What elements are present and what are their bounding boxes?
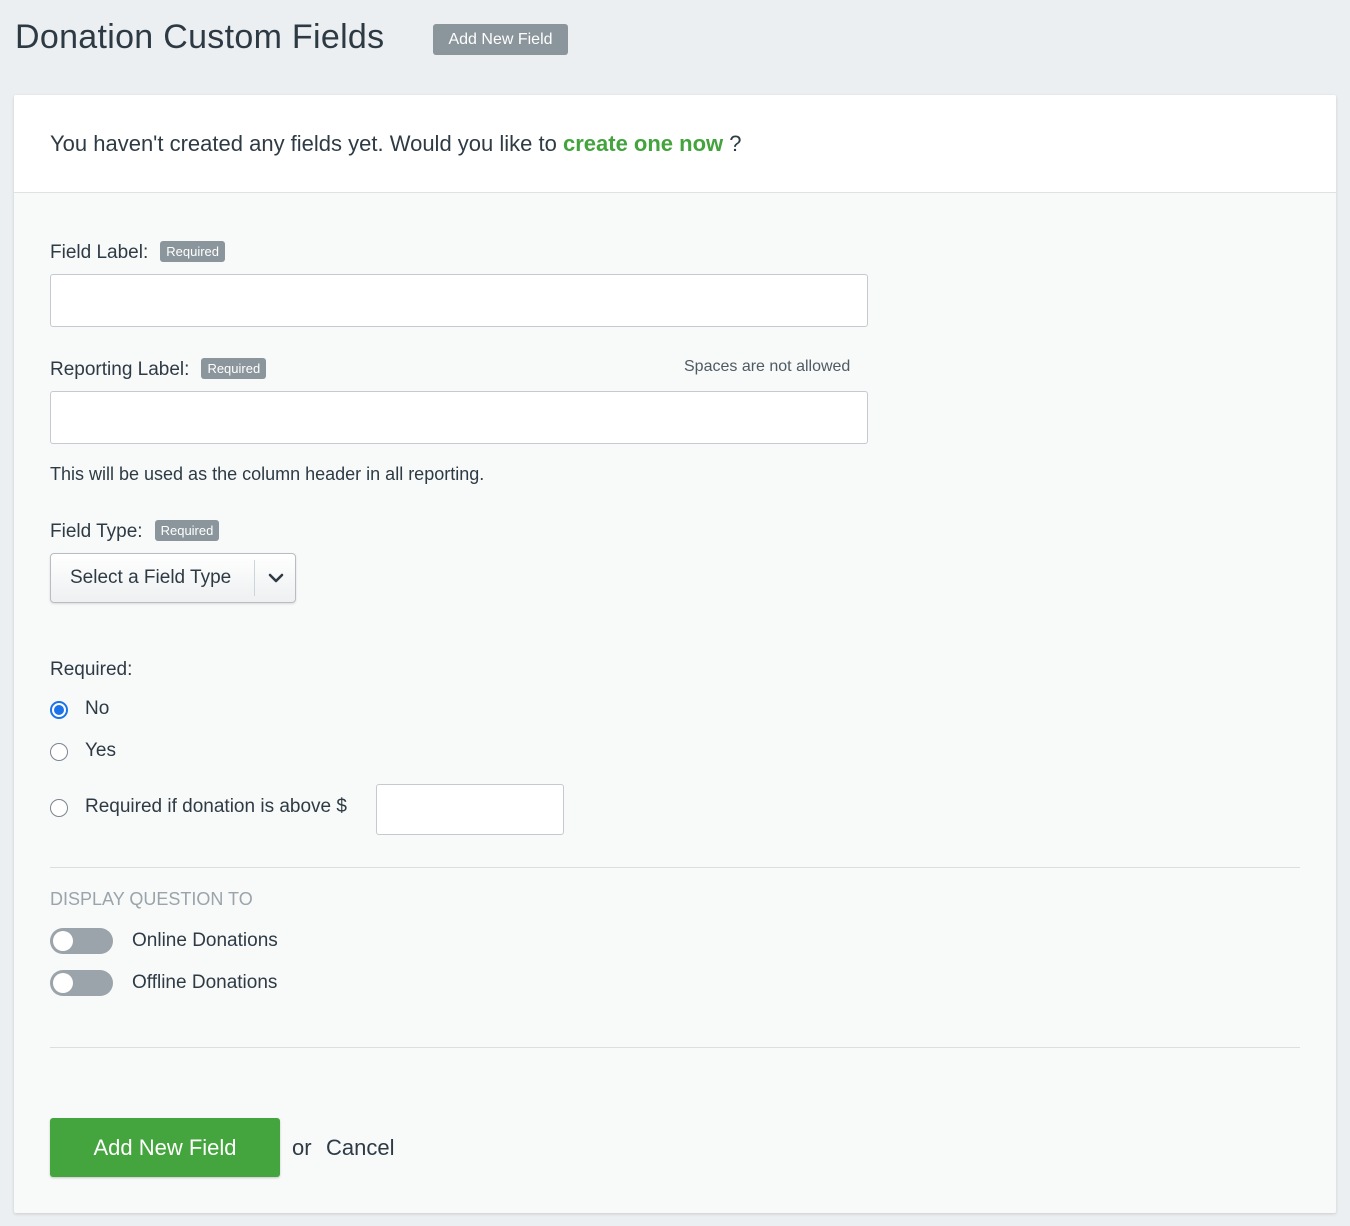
or-text: or: [292, 1135, 312, 1160]
header-add-field-button[interactable]: Add New Field: [433, 24, 568, 55]
required-badge: Required: [201, 358, 267, 380]
offline-donations-label: Offline Donations: [132, 972, 278, 993]
reporting-label-label: Reporting Label: Required: [50, 358, 267, 381]
add-new-field-submit-button[interactable]: Add New Field: [50, 1118, 280, 1177]
radio-yes[interactable]: [50, 743, 68, 761]
required-badge: Required: [154, 520, 220, 542]
field-type-select[interactable]: Select a Field Type: [50, 553, 296, 603]
toggle-knob: [53, 931, 73, 951]
empty-state-text: You haven't created any fields yet. Woul…: [50, 131, 741, 157]
display-question-heading: DISPLAY QUESTION TO: [50, 889, 253, 909]
offline-donations-toggle[interactable]: [50, 970, 113, 996]
cancel-link[interactable]: Cancel: [326, 1135, 394, 1161]
create-one-now-link[interactable]: create one now: [563, 131, 723, 156]
field-type-label: Field Type: Required: [50, 520, 220, 543]
field-type-selected-value: Select a Field Type: [70, 567, 232, 588]
radio-above-amount-label: Required if donation is above $: [85, 796, 347, 817]
radio-no-label: No: [85, 698, 110, 719]
section-divider: [50, 867, 1300, 868]
empty-state-text-after: ?: [723, 131, 742, 156]
required-label: Required:: [50, 659, 133, 680]
required-badge: Required: [160, 241, 225, 263]
reporting-label-help-text: This will be used as the column header i…: [50, 464, 485, 484]
empty-state-notice: You haven't created any fields yet. Woul…: [14, 95, 1336, 193]
field-label-text: Field Label:: [50, 242, 149, 263]
section-divider: [50, 1047, 1300, 1048]
chevron-down-icon: [268, 573, 284, 583]
select-divider: [254, 560, 255, 596]
custom-field-card: You haven't created any fields yet. Woul…: [14, 95, 1336, 1213]
empty-state-text-before: You haven't created any fields yet. Woul…: [50, 131, 563, 156]
reporting-label-input[interactable]: [50, 391, 868, 444]
online-donations-toggle[interactable]: [50, 928, 113, 954]
field-type-text: Field Type:: [50, 521, 143, 542]
radio-no[interactable]: [50, 701, 68, 719]
toggle-knob: [53, 973, 73, 993]
field-label-input[interactable]: [50, 274, 868, 327]
online-donations-label: Online Donations: [132, 930, 278, 951]
reporting-label-text: Reporting Label:: [50, 359, 190, 380]
radio-yes-label: Yes: [85, 740, 116, 761]
spaces-not-allowed-hint: Spaces are not allowed: [684, 358, 851, 375]
field-label-label: Field Label: Required: [50, 241, 225, 264]
radio-above-amount[interactable]: [50, 799, 68, 817]
page-title: Donation Custom Fields: [15, 18, 385, 56]
donation-amount-input[interactable]: [376, 784, 564, 835]
